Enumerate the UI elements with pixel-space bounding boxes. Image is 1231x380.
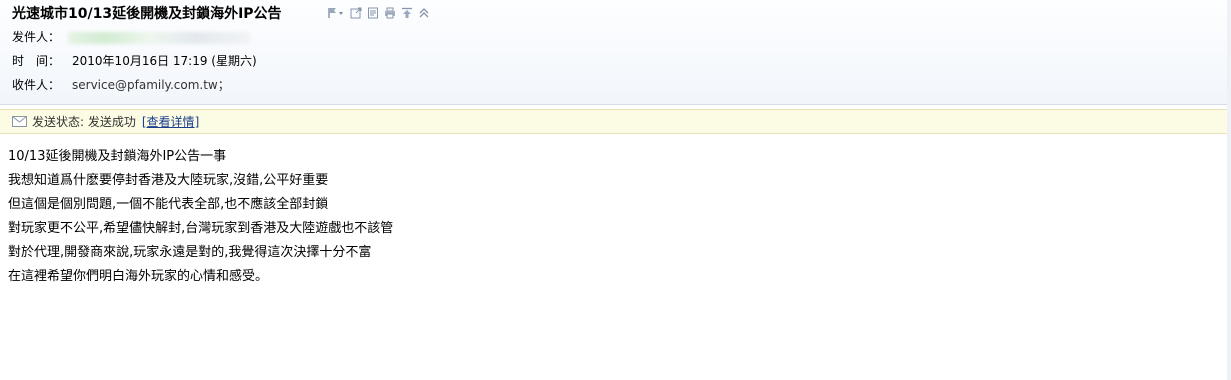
email-subject: 光速城市10/13延後開機及封鎖海外IP公告 [12, 6, 282, 22]
view-details-link[interactable]: 查看详情 [147, 115, 195, 129]
email-header: 光速城市10/13延後開機及封鎖海外IP公告 发件人： 时 间： 2010年10月… [0, 0, 1231, 105]
envelope-icon [12, 116, 27, 127]
print-icon[interactable] [384, 7, 396, 19]
email-toolbar [327, 6, 430, 20]
send-status-bar: 发送状态: 发送成功 [查看详情] [0, 109, 1227, 134]
pin-top-icon[interactable] [401, 7, 413, 19]
recipient-label: 收件人： [12, 78, 61, 92]
body-line: 在這裡希望你們明白海外玩家的心情和感受。 [8, 269, 269, 284]
recipient-row: 收件人： service@pfamily.com.tw； [12, 76, 230, 94]
send-status-text: 发送状态: 发送成功 [32, 115, 136, 129]
scrollbar-edge[interactable] [1227, 0, 1231, 380]
time-value: 2010年10月16日 17:19 (星期六) [72, 54, 257, 68]
recipient-value[interactable]: service@pfamily.com.tw； [72, 78, 230, 92]
open-new-window-icon[interactable] [350, 7, 362, 19]
sender-label: 发件人： [12, 30, 61, 44]
time-row: 时 间： 2010年10月16日 17:19 (星期六) [12, 52, 257, 70]
body-line: 對於代理,開發商來說,玩家永遠是對的,我覺得這次決擇十分不富 [8, 245, 372, 260]
flag-dropdown-icon[interactable] [327, 7, 345, 19]
body-line: 我想知道爲什麽要停封香港及大陸玩家,沒錯,公平好重要 [8, 173, 329, 188]
sender-redacted [68, 31, 251, 44]
body-line: 對玩家更不公平,希望儘快解封,台灣玩家到香港及大陸遊戲也不該管 [8, 221, 394, 236]
sender-row: 发件人： [12, 28, 251, 46]
collapse-icon[interactable] [418, 7, 430, 19]
email-body: 10/13延後開機及封鎖海外IP公告一事 我想知道爲什麽要停封香港及大陸玩家,沒… [8, 145, 393, 289]
time-label: 时 间： [12, 54, 61, 68]
body-line: 但這個是個別問題,一個不能代表全部,也不應該全部封鎖 [8, 197, 329, 212]
view-details-link-wrapper: [查看详情] [142, 113, 199, 130]
body-line: 10/13延後開機及封鎖海外IP公告一事 [8, 149, 227, 164]
edit-note-icon[interactable] [367, 7, 379, 19]
bracket-close: ] [194, 115, 200, 129]
